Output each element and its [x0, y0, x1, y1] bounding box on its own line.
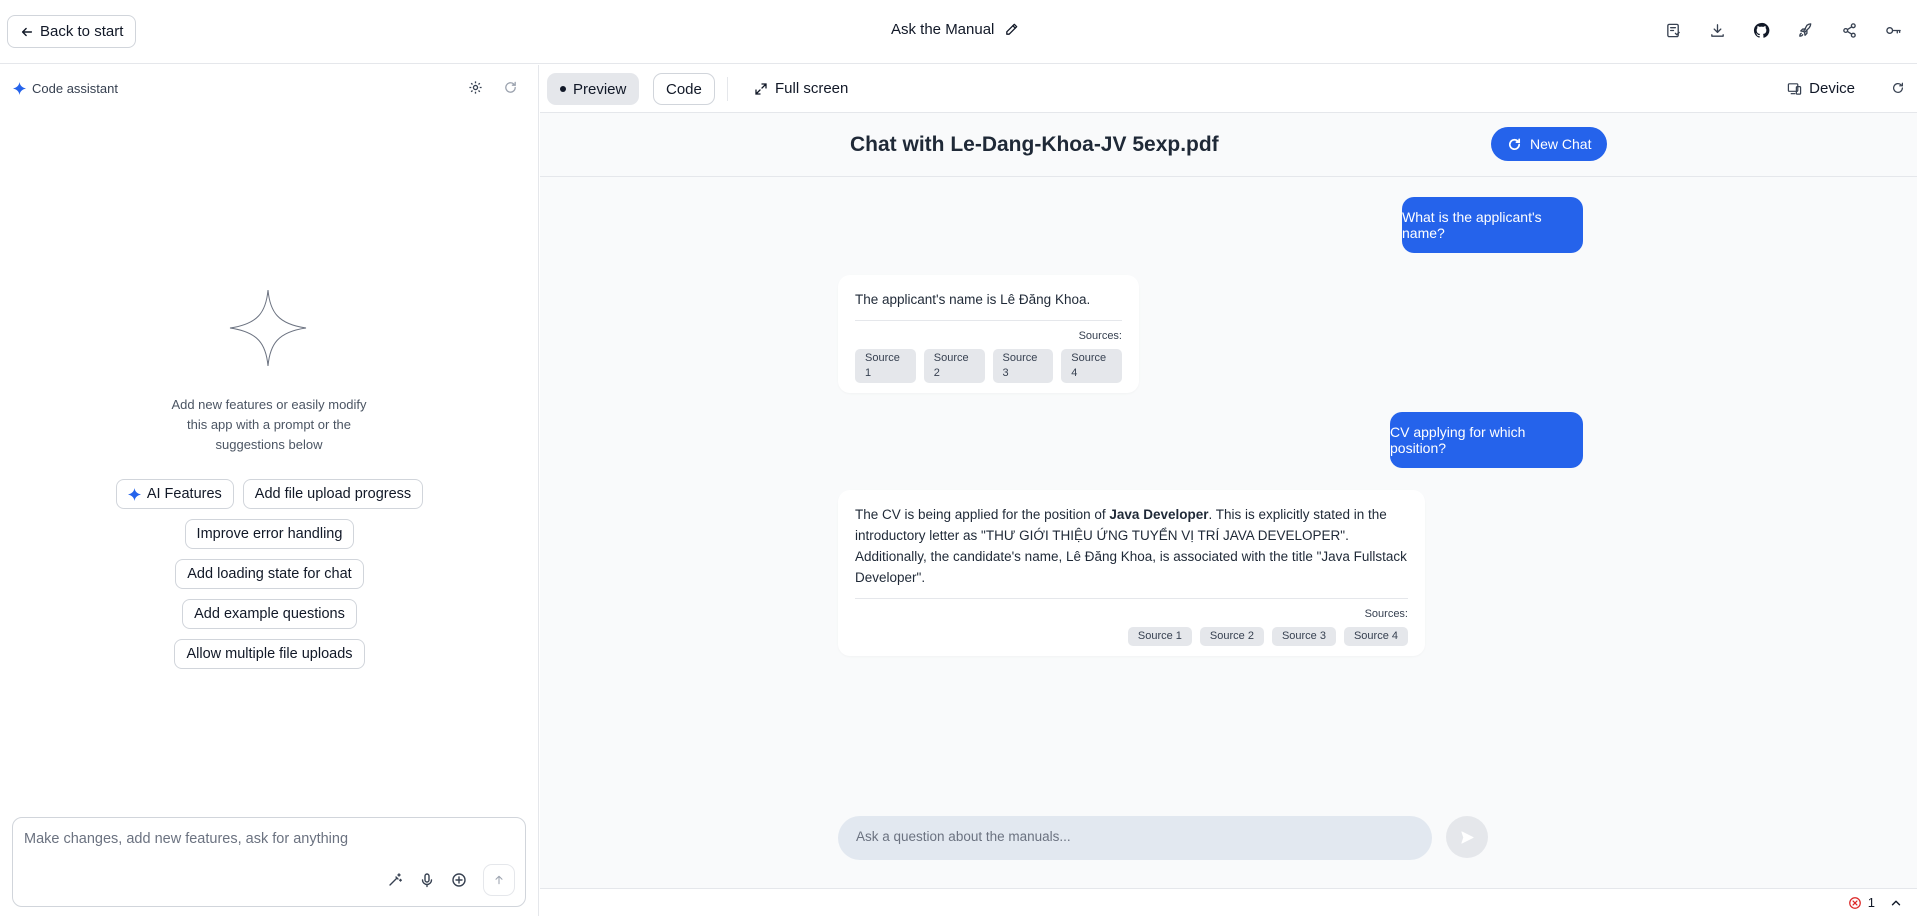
chat-input[interactable]: Ask a question about the manuals...	[838, 816, 1432, 860]
save-icon[interactable]	[1663, 20, 1683, 40]
sparkle-icon	[13, 82, 26, 95]
key-icon[interactable]	[1883, 20, 1903, 40]
sources-label: Sources:	[1364, 608, 1408, 620]
error-count: 1	[1867, 895, 1875, 910]
full-screen-label: Full screen	[775, 80, 849, 97]
code-assistant-panel: Code assistant Add new features or easil…	[0, 65, 539, 916]
assistant-message: The CV is being applied for the position…	[838, 490, 1425, 656]
assistant-header-label: Code assistant	[32, 81, 118, 96]
chat-send-button[interactable]	[1446, 816, 1488, 858]
active-dot	[560, 86, 566, 92]
github-icon[interactable]	[1751, 20, 1771, 40]
composer-placeholder: Make changes, add new features, ask for …	[24, 831, 349, 847]
suggestion-label: AI Features	[146, 486, 222, 502]
send-icon	[1460, 830, 1474, 844]
source-badge[interactable]: Source 2	[923, 349, 985, 383]
suggestion-label: Add example questions	[194, 606, 345, 622]
suggestion-label: Improve error handling	[196, 526, 343, 542]
source-badge[interactable]: Source 3	[1271, 627, 1336, 646]
sources-label: Sources:	[1078, 330, 1122, 342]
preview-toolbar: Preview Code Full screen Device	[540, 65, 1917, 113]
chat-title: Chat with Le-Dang-Khoa-JV 5exp.pdf	[850, 133, 1219, 156]
source-badge[interactable]: Source 4	[1061, 349, 1122, 383]
refresh-icon	[1509, 138, 1521, 150]
device-button[interactable]: Device	[1787, 80, 1855, 97]
source-badge[interactable]: Source 1	[1127, 627, 1192, 646]
assistant-message: The applicant's name is Lê Đăng Khoa. So…	[838, 275, 1139, 393]
sparkle-icon	[127, 487, 141, 501]
preview-panel: Preview Code Full screen Device Chat wit…	[540, 65, 1917, 916]
refresh-icon[interactable]	[503, 80, 518, 95]
suggestion-file-upload-progress[interactable]: Add file upload progress	[242, 479, 424, 509]
top-bar: Back to start Ask the Manual	[0, 0, 1917, 64]
user-message: What is the applicant's name?	[1402, 197, 1583, 253]
composer-tools	[387, 864, 515, 896]
magic-wand-icon[interactable]	[387, 872, 403, 888]
composer-send-button[interactable]	[483, 864, 515, 896]
source-badge[interactable]: Source 2	[1199, 627, 1264, 646]
message-text: What is the applicant's name?	[1402, 209, 1542, 241]
sources-list: Source 1 Source 2 Source 3 Source 4	[855, 627, 1408, 646]
error-icon	[1848, 896, 1861, 909]
sources-section: Sources: Source 1 Source 2 Source 3 Sour…	[855, 320, 1122, 383]
sources-section: Sources: Source 1 Source 2 Source 3 Sour…	[855, 598, 1408, 646]
arrow-left-icon	[21, 27, 33, 36]
add-circle-icon[interactable]	[451, 872, 467, 888]
source-badge[interactable]: Source 3	[992, 349, 1054, 383]
pencil-icon[interactable]	[1004, 22, 1019, 37]
app-title-text: Ask the Manual	[891, 21, 995, 38]
device-label: Device	[1809, 80, 1855, 97]
preview-refresh-button[interactable]	[1891, 81, 1905, 98]
suggestion-ai-features[interactable]: AI Features	[115, 479, 234, 509]
suggestion-multiple-uploads[interactable]: Allow multiple file uploads	[174, 639, 365, 669]
arrow-up-icon	[495, 875, 503, 885]
sparkle-illustration-icon	[229, 289, 307, 367]
back-to-start-label: Back to start	[40, 23, 124, 40]
top-actions	[1663, 20, 1903, 40]
tab-code-label: Code	[666, 80, 702, 98]
chat-header: Chat with Le-Dang-Khoa-JV 5exp.pdf New C…	[540, 113, 1917, 177]
tab-preview[interactable]: Preview	[547, 73, 640, 105]
suggestion-label: Add file upload progress	[254, 486, 412, 502]
device-icon	[1787, 83, 1802, 95]
rocket-icon[interactable]	[1795, 20, 1815, 40]
divider	[727, 77, 728, 101]
suggestion-loading-state[interactable]: Add loading state for chat	[175, 559, 364, 589]
back-to-start-button[interactable]: Back to start	[7, 15, 137, 48]
source-badge[interactable]: Source 4	[1343, 627, 1408, 646]
gear-icon[interactable]	[468, 80, 483, 95]
suggestion-label: Add loading state for chat	[187, 566, 352, 582]
message-text: The applicant's name is Lê Đăng Khoa.	[855, 292, 1091, 307]
message-text: CV applying for which position?	[1390, 424, 1526, 456]
source-badge[interactable]: Source 1	[855, 349, 916, 383]
sources-list: Source 1 Source 2 Source 3 Source 4	[855, 349, 1122, 383]
chat-input-placeholder: Ask a question about the manuals...	[856, 829, 1071, 844]
share-icon[interactable]	[1839, 20, 1859, 40]
status-bar: 1	[540, 888, 1917, 916]
expand-icon	[755, 82, 767, 95]
suggestion-example-questions[interactable]: Add example questions	[182, 599, 357, 629]
assistant-header: Code assistant	[13, 81, 118, 96]
message-text: The CV is being applied for the position…	[855, 507, 1407, 585]
tab-preview-label: Preview	[573, 80, 627, 98]
assistant-composer[interactable]: Make changes, add new features, ask for …	[12, 817, 526, 907]
microphone-icon[interactable]	[419, 872, 435, 888]
assistant-intro-text: Add new features or easily modify this a…	[171, 397, 367, 452]
app-title: Ask the Manual	[891, 21, 1019, 38]
user-message: CV applying for which position?	[1390, 412, 1583, 468]
tab-code[interactable]: Code	[653, 73, 715, 105]
suggestion-chips: AI Features Add file upload progress Imp…	[0, 479, 539, 669]
suggestion-label: Allow multiple file uploads	[186, 646, 353, 662]
new-chat-label: New Chat	[1530, 136, 1592, 152]
full-screen-button[interactable]: Full screen	[755, 80, 848, 97]
refresh-icon	[1893, 82, 1903, 93]
suggestion-error-handling[interactable]: Improve error handling	[184, 519, 355, 549]
error-indicator[interactable]: 1	[1848, 895, 1903, 910]
assistant-tools	[468, 80, 518, 95]
download-icon[interactable]	[1707, 20, 1727, 40]
chevron-up-icon[interactable]	[1889, 896, 1903, 910]
new-chat-button[interactable]: New Chat	[1491, 127, 1608, 161]
